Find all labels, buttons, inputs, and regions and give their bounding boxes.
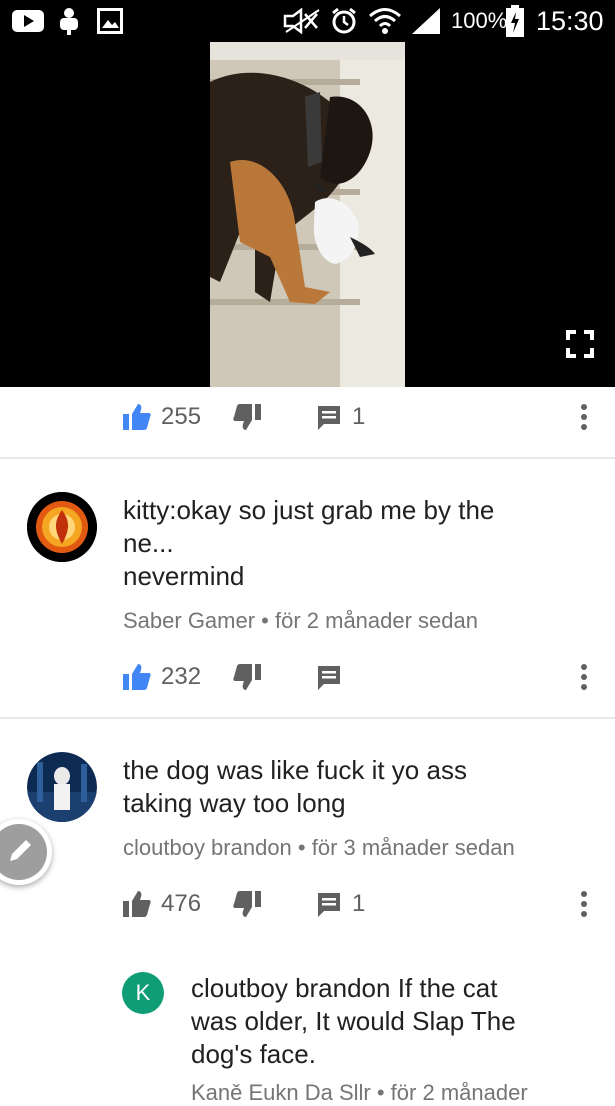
- thumbs-up-icon: [123, 404, 151, 430]
- thumbs-down-icon: [233, 664, 261, 690]
- dislike-button[interactable]: [233, 397, 261, 437]
- thumbs-up-icon: [123, 664, 151, 690]
- status-bar: 100% 15:30: [0, 0, 615, 42]
- avatar[interactable]: K: [122, 972, 164, 1014]
- thumbs-up-icon: [123, 891, 151, 917]
- comment-text: kitty:okay so just grab me by the ne... …: [123, 495, 495, 591]
- thumbs-down-icon: [233, 404, 261, 430]
- wifi-icon: [368, 6, 402, 36]
- like-button[interactable]: 232: [123, 657, 201, 697]
- clock: 15:30: [536, 5, 604, 36]
- more-options-icon[interactable]: [580, 403, 588, 431]
- comment-text: the dog was like fuck it yo ass taking w…: [123, 755, 467, 818]
- replies-button[interactable]: 1: [316, 397, 365, 437]
- reply-count: 1: [352, 890, 366, 917]
- like-count: 476: [161, 890, 202, 917]
- comment-action-row: 232: [0, 657, 615, 697]
- mute-icon: [283, 6, 321, 36]
- comment-meta: Saber Gamer • för 2 månader sedan: [123, 608, 478, 633]
- avatar[interactable]: [27, 492, 97, 562]
- battery-percent: 100%: [451, 8, 508, 33]
- reply-button[interactable]: [316, 657, 342, 697]
- more-options-icon[interactable]: [580, 663, 588, 691]
- divider: [0, 457, 615, 459]
- avatar-letter: K: [135, 980, 151, 1005]
- divider: [0, 717, 615, 719]
- video-player[interactable]: [0, 42, 615, 387]
- reply-meta: Kaně Eukn Da Sllr • för 2 månader: [191, 1080, 528, 1105]
- like-count: 255: [161, 403, 202, 430]
- comment-icon: [318, 893, 340, 917]
- like-button[interactable]: 255: [123, 397, 201, 437]
- reply-text: cloutboy brandon If the cat was older, I…: [191, 973, 516, 1069]
- pencil-icon: [0, 824, 47, 880]
- usb-debug-icon: [56, 6, 82, 36]
- like-count: 232: [161, 663, 202, 690]
- video-action-row: 255 1: [0, 397, 615, 437]
- comment-icon: [318, 666, 340, 690]
- avatar[interactable]: [27, 752, 97, 822]
- dislike-button[interactable]: [233, 884, 261, 924]
- battery-charging-icon: [506, 5, 524, 37]
- comment-action-row: 476 1: [0, 884, 615, 924]
- fullscreen-icon[interactable]: [566, 330, 594, 358]
- comment-icon: [318, 406, 340, 430]
- comment-meta: cloutboy brandon • för 3 månader sedan: [123, 835, 515, 860]
- alarm-icon: [330, 6, 358, 36]
- gallery-icon: [97, 6, 123, 36]
- like-button[interactable]: 476: [123, 884, 201, 924]
- more-options-icon[interactable]: [580, 890, 588, 918]
- youtube-notification-icon: [12, 6, 44, 36]
- thumbs-down-icon: [233, 891, 261, 917]
- edit-fab-button[interactable]: [0, 819, 52, 885]
- reply-count: 1: [352, 403, 366, 430]
- dislike-button[interactable]: [233, 657, 261, 697]
- signal-icon: [410, 6, 442, 36]
- video-frame[interactable]: [210, 42, 405, 387]
- replies-button[interactable]: 1: [316, 884, 365, 924]
